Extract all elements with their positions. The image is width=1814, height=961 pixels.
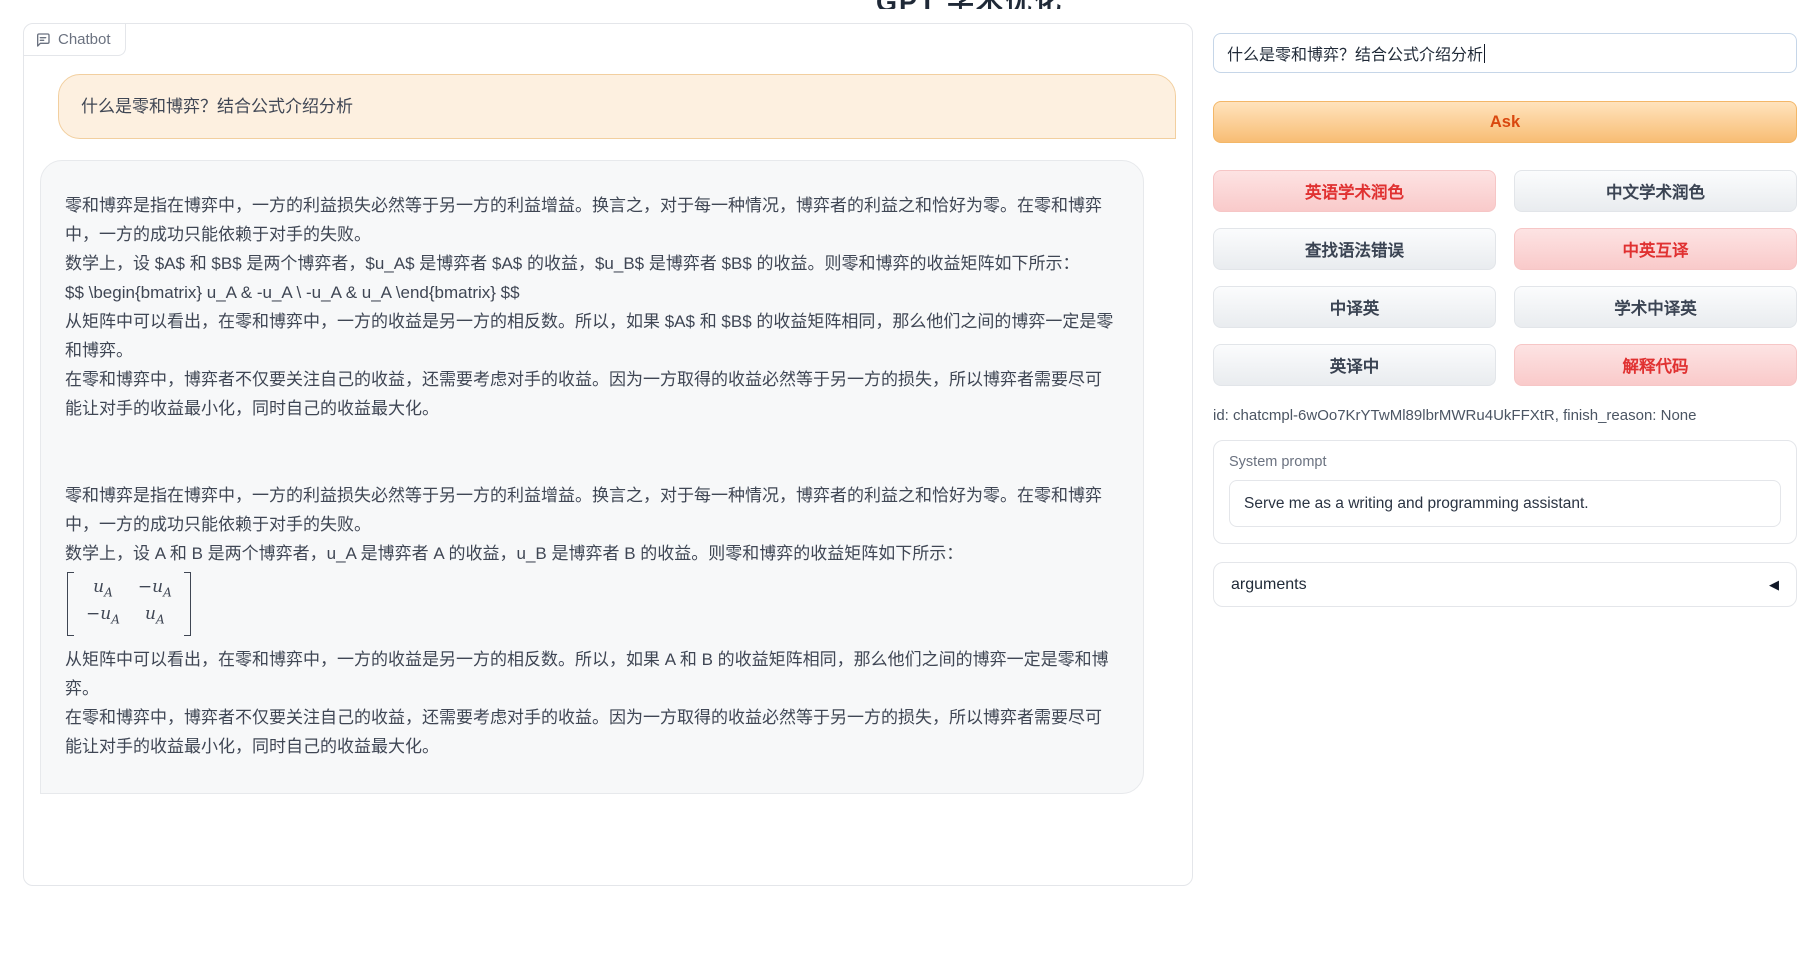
message-line: $$ \begin{bmatrix} u_A & -u_A \ -u_A & u… bbox=[65, 278, 1117, 307]
system-prompt-card: System prompt Serve me as a writing and … bbox=[1213, 440, 1797, 544]
function-button[interactable]: 学术中译英 bbox=[1514, 286, 1797, 328]
function-button-grid: 英语学术润色中文学术润色查找语法错误中英互译中译英学术中译英英译中解释代码 bbox=[1213, 170, 1797, 386]
system-prompt-label: System prompt bbox=[1229, 454, 1781, 470]
bot-message-part2-outro: 从矩阵中可以看出，在零和博弈中，一方的收益是另一方的相反数。所以，如果 A 和 … bbox=[65, 645, 1117, 761]
message-line: 从矩阵中可以看出，在零和博弈中，一方的收益是另一方的相反数。所以，如果 $A$ … bbox=[65, 307, 1117, 365]
message-line: 零和博弈是指在博弈中，一方的利益损失必然等于另一方的利益增益。换言之，对于每一种… bbox=[65, 481, 1117, 539]
message-line: 零和博弈是指在博弈中，一方的利益损失必然等于另一方的利益增益。换言之，对于每一种… bbox=[65, 191, 1117, 249]
main-layout: Chatbot 什么是零和博弈？结合公式介绍分析 零和博弈是指在博弈中，一方的利… bbox=[0, 0, 1814, 886]
message-line: 在零和博弈中，博弈者不仅要关注自己的收益，还需要考虑对手的收益。因为一方取得的收… bbox=[65, 703, 1117, 761]
bot-message-part1: 零和博弈是指在博弈中，一方的利益损失必然等于另一方的利益增益。换言之，对于每一种… bbox=[65, 191, 1117, 423]
page-title-clipped: GPT 学术优化 bbox=[876, 0, 1063, 9]
function-button[interactable]: 中英互译 bbox=[1514, 228, 1797, 270]
chat-bubble-icon bbox=[35, 32, 51, 48]
accordion-collapse-icon[interactable]: ◀ bbox=[1769, 577, 1779, 593]
status-line: id: chatcmpl-6wOo7KrYTwMl89lbrMWRu4UkFFX… bbox=[1213, 407, 1797, 424]
message-line: 数学上，设 A 和 B 是两个博弈者，u_A 是博弈者 A 的收益，u_B 是博… bbox=[65, 539, 1117, 568]
matrix-right-bracket bbox=[184, 572, 191, 636]
matrix-cell: uA bbox=[86, 577, 120, 602]
chat-message-list[interactable]: 什么是零和博弈？结合公式介绍分析 零和博弈是指在博弈中，一方的利益损失必然等于另… bbox=[24, 24, 1192, 794]
arguments-accordion[interactable]: arguments ◀ bbox=[1213, 562, 1797, 607]
function-button[interactable]: 中译英 bbox=[1213, 286, 1496, 328]
function-button[interactable]: 英语学术润色 bbox=[1213, 170, 1496, 212]
matrix-cell: uA bbox=[138, 604, 172, 629]
control-column: 什么是零和博弈？结合公式介绍分析 Ask 英语学术润色中文学术润色查找语法错误中… bbox=[1213, 23, 1797, 607]
message-line: 在零和博弈中，博弈者不仅要关注自己的收益，还需要考虑对手的收益。因为一方取得的收… bbox=[65, 365, 1117, 423]
arguments-accordion-label: arguments bbox=[1231, 576, 1307, 594]
bot-message-gap bbox=[65, 423, 1117, 481]
system-prompt-value: Serve me as a writing and programming as… bbox=[1244, 495, 1589, 513]
question-input[interactable]: 什么是零和博弈？结合公式介绍分析 bbox=[1213, 33, 1797, 73]
function-button[interactable]: 查找语法错误 bbox=[1213, 228, 1496, 270]
function-button[interactable]: 中文学术润色 bbox=[1514, 170, 1797, 212]
bot-message-bubble: 零和博弈是指在博弈中，一方的利益损失必然等于另一方的利益增益。换言之，对于每一种… bbox=[40, 160, 1144, 794]
function-button[interactable]: 英译中 bbox=[1213, 344, 1496, 386]
chatbot-panel: Chatbot 什么是零和博弈？结合公式介绍分析 零和博弈是指在博弈中，一方的利… bbox=[23, 23, 1193, 886]
matrix-cell: −uA bbox=[138, 577, 172, 602]
chatbot-label-text: Chatbot bbox=[58, 31, 111, 48]
question-input-value: 什么是零和博弈？结合公式介绍分析 bbox=[1227, 41, 1483, 65]
user-message-text: 什么是零和博弈？结合公式介绍分析 bbox=[81, 97, 353, 116]
function-button[interactable]: 解释代码 bbox=[1514, 344, 1797, 386]
system-prompt-input[interactable]: Serve me as a writing and programming as… bbox=[1229, 480, 1781, 527]
message-line: 数学上，设 $A$ 和 $B$ 是两个博弈者，$u_A$ 是博弈者 $A$ 的收… bbox=[65, 249, 1117, 278]
user-message-bubble: 什么是零和博弈？结合公式介绍分析 bbox=[58, 74, 1176, 139]
math-matrix: uA−uA−uAuA bbox=[67, 572, 191, 636]
matrix-cells: uA−uA−uAuA bbox=[74, 572, 184, 636]
text-cursor bbox=[1484, 44, 1485, 63]
matrix-left-bracket bbox=[67, 572, 74, 636]
bot-message-part2-intro: 零和博弈是指在博弈中，一方的利益损失必然等于另一方的利益增益。换言之，对于每一种… bbox=[65, 481, 1117, 568]
matrix-cell: −uA bbox=[86, 604, 120, 629]
page-title: GPT 学术优化 bbox=[876, 0, 1063, 9]
ask-button[interactable]: Ask bbox=[1213, 101, 1797, 143]
chatbot-label: Chatbot bbox=[24, 24, 126, 56]
message-line: 从矩阵中可以看出，在零和博弈中，一方的收益是另一方的相反数。所以，如果 A 和 … bbox=[65, 645, 1117, 703]
